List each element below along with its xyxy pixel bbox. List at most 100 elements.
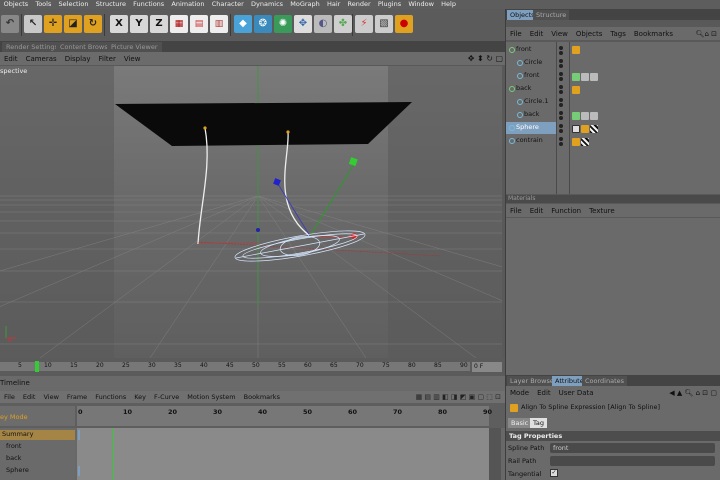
expression-tag-icon[interactable] xyxy=(572,125,580,133)
objects-menu-tags[interactable]: Tags xyxy=(606,30,630,38)
visibility-dot[interactable] xyxy=(559,124,563,128)
object-row-label[interactable]: contrain xyxy=(516,136,543,144)
render-dot[interactable] xyxy=(559,90,563,94)
layer-icon[interactable]: ▧ xyxy=(375,15,393,33)
viewport-menu-edit[interactable]: Edit xyxy=(0,55,22,63)
texture-tag-icon[interactable] xyxy=(581,138,589,146)
render-dot[interactable] xyxy=(559,77,563,81)
tab-coordinates[interactable]: Coordinates xyxy=(582,376,628,386)
menu-objects[interactable]: Objects xyxy=(0,0,32,9)
timeline-playhead[interactable] xyxy=(113,428,114,480)
particle-icon[interactable]: ✥ xyxy=(294,15,312,33)
spline-tag-icon[interactable] xyxy=(572,112,580,120)
menu-selection[interactable]: Selection xyxy=(55,0,92,9)
undo-icon[interactable]: ↶ xyxy=(1,15,19,33)
render-dot[interactable] xyxy=(559,116,563,120)
objects-menu-view[interactable]: View xyxy=(547,30,572,38)
mograph-icon[interactable]: ✤ xyxy=(334,15,352,33)
tab-tag[interactable]: Tag xyxy=(530,418,548,428)
tab-structure[interactable]: Structure xyxy=(533,10,570,20)
timeline-key[interactable] xyxy=(78,466,80,476)
z-axis-icon[interactable]: Z xyxy=(150,15,168,33)
object-row-label[interactable]: back xyxy=(516,84,531,92)
menu-hair[interactable]: Hair xyxy=(323,0,344,9)
viewport-menu-filter[interactable]: Filter xyxy=(95,55,120,63)
objects-menu-objects[interactable]: Objects xyxy=(572,30,606,38)
objects-menu-edit[interactable]: Edit xyxy=(526,30,548,38)
rotate-icon[interactable]: ↻ xyxy=(84,15,102,33)
visibility-dot[interactable] xyxy=(559,59,563,63)
menu-animation[interactable]: Animation xyxy=(168,0,208,9)
timeline-mode-label[interactable]: ey Mode xyxy=(0,413,28,421)
timeline-menu-bookmarks[interactable]: Bookmarks xyxy=(240,393,284,401)
materials-menu-edit[interactable]: Edit xyxy=(526,207,548,215)
tab-basic[interactable]: Basic xyxy=(508,418,532,428)
object-row-label[interactable]: back xyxy=(524,110,539,118)
viewport-nav-icons[interactable]: ✥ ⬍ ↻ ▢ xyxy=(464,54,505,63)
tag-icon[interactable] xyxy=(581,73,589,81)
objects-menu-file[interactable]: File xyxy=(506,30,526,38)
x-axis-icon[interactable]: X xyxy=(110,15,128,33)
tab-render-settings[interactable]: Render Settings xyxy=(2,42,62,52)
timeline-row-front[interactable]: front xyxy=(6,442,21,450)
menu-mograph[interactable]: MoGraph xyxy=(287,0,324,9)
array-icon[interactable]: ✺ xyxy=(274,15,292,33)
object-row-label[interactable]: front xyxy=(524,71,539,79)
rail-path-field[interactable] xyxy=(550,456,715,466)
attributes-menu-edit[interactable]: Edit xyxy=(533,389,555,397)
tag-icon[interactable] xyxy=(581,112,589,120)
object-row-label[interactable]: Circle xyxy=(524,58,542,66)
pointer-icon[interactable]: ↖ xyxy=(24,15,42,33)
attributes-menu-user-data[interactable]: User Data xyxy=(555,389,598,397)
visibility-dot[interactable] xyxy=(559,111,563,115)
align-spline-tag-icon[interactable] xyxy=(572,86,580,94)
timeline-row-summary[interactable]: Summary xyxy=(2,430,33,438)
tag-icon[interactable] xyxy=(590,112,598,120)
cube-icon[interactable]: ◆ xyxy=(234,15,252,33)
current-frame-field[interactable]: 0 F xyxy=(472,362,502,372)
menu-dynamics[interactable]: Dynamics xyxy=(247,0,286,9)
texture-tag-icon[interactable] xyxy=(590,125,598,133)
render-dot[interactable] xyxy=(559,103,563,107)
tag-icon[interactable] xyxy=(590,73,598,81)
3d-viewport[interactable]: x spective xyxy=(0,66,502,358)
frame-ruler[interactable]: 5 10 15 20 25 30 35 40 45 50 55 60 65 70 75 80 85 90 0 F xyxy=(0,358,505,376)
timeline-menu-frame[interactable]: Frame xyxy=(63,393,91,401)
tool-icon[interactable]: ⚡ xyxy=(355,15,373,33)
visibility-dot[interactable] xyxy=(559,72,563,76)
menu-character[interactable]: Character xyxy=(208,0,247,9)
spline-path-field[interactable] xyxy=(550,443,715,453)
timeline-menu-functions[interactable]: Functions xyxy=(91,393,130,401)
timeline-menu-fcurve[interactable]: F-Curve xyxy=(150,393,183,401)
render-view-icon[interactable]: ▤ xyxy=(190,15,208,33)
object-row-label[interactable]: Circle.1 xyxy=(524,97,548,105)
visibility-dot[interactable] xyxy=(559,46,563,50)
materials-area[interactable] xyxy=(506,218,720,375)
timeline-menu-edit[interactable]: Edit xyxy=(19,393,40,401)
constraint-tag-icon[interactable] xyxy=(572,138,580,146)
nurbs-icon[interactable]: ❂ xyxy=(254,15,272,33)
attributes-nav-icons[interactable]: ◀ ▲ 🔍︎ ⌂ ⊡ ▢ xyxy=(665,389,720,397)
menu-plugins[interactable]: Plugins xyxy=(374,0,404,9)
menu-render[interactable]: Render xyxy=(344,0,374,9)
timeline-keys-area[interactable] xyxy=(77,428,489,480)
visibility-dot[interactable] xyxy=(559,98,563,102)
menu-help[interactable]: Help xyxy=(438,0,460,9)
objects-nav-icons[interactable]: 🔍︎⌂ ⊡ xyxy=(692,30,720,38)
viewport-menu-view[interactable]: View xyxy=(120,55,145,63)
clapboard-icon[interactable]: ▦ xyxy=(170,15,188,33)
render-dot[interactable] xyxy=(559,64,563,68)
render-dot[interactable] xyxy=(559,129,563,133)
timeline-frame-ruler[interactable] xyxy=(77,406,489,426)
timeline-menu-key[interactable]: Key xyxy=(130,393,150,401)
move-icon[interactable]: ✛ xyxy=(44,15,62,33)
viewport-menu-display[interactable]: Display xyxy=(61,55,95,63)
deformer-icon[interactable]: ◐ xyxy=(314,15,332,33)
menu-window[interactable]: Window xyxy=(405,0,438,9)
timeline-row-back[interactable]: back xyxy=(6,454,21,462)
timeline-menu-view[interactable]: View xyxy=(39,393,62,401)
timeline-scrollbar[interactable] xyxy=(489,428,501,480)
align-spline-tag-icon[interactable] xyxy=(572,46,580,54)
render-dot[interactable] xyxy=(559,51,563,55)
materials-menu-function[interactable]: Function xyxy=(547,207,585,215)
